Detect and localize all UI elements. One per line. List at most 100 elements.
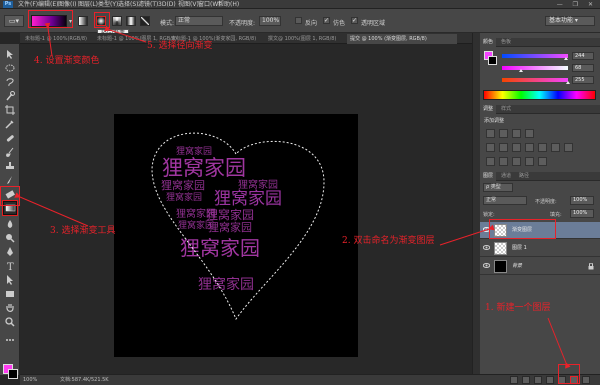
red-slider[interactable]: 244 — [502, 52, 596, 61]
tab-adjustments[interactable]: 调整 — [480, 105, 497, 114]
tool-preset-picker[interactable]: ▭▾ — [4, 15, 24, 27]
quick-selection-tool-icon[interactable] — [4, 90, 16, 102]
blend-mode-select[interactable]: 正常 — [483, 196, 527, 205]
photo-filter-icon[interactable] — [538, 143, 547, 152]
reflected-gradient-button[interactable] — [126, 16, 136, 26]
tab-styles[interactable]: 样式 — [498, 105, 514, 114]
green-value[interactable]: 68 — [572, 64, 594, 72]
exposure-icon[interactable] — [525, 129, 534, 138]
hue-saturation-icon[interactable] — [499, 143, 508, 152]
window-controls[interactable]: — ❐ ✕ — [557, 1, 597, 8]
document-canvas[interactable]: 狸窝家园 狸窝家园 狸窝家园 狸窝家园 狸窝家园 狸窝家园 狸窝家园 狸窝家园 … — [114, 114, 358, 357]
layer-opacity-input[interactable]: 100% — [570, 196, 594, 205]
more-tools-icon[interactable] — [4, 334, 16, 346]
linear-gradient-button[interactable] — [78, 16, 88, 26]
doc-tab[interactable]: 未标题-1 @ 100%(RGB/8) — [22, 34, 92, 44]
tab-layers[interactable]: 图层 — [480, 172, 497, 181]
gradient-map-icon[interactable] — [525, 157, 534, 166]
brush-tool-icon[interactable] — [4, 146, 16, 158]
blue-value[interactable]: 255 — [572, 76, 594, 84]
doc-tab-active[interactable]: 提交 @ 100% (渐变图层, RGB/8) — [347, 34, 457, 44]
diamond-gradient-button[interactable] — [140, 16, 150, 26]
pen-tool-icon[interactable] — [4, 246, 16, 258]
workspace-select[interactable]: 基本功能 ▾ — [545, 16, 595, 26]
lock-label: 锁定: — [483, 212, 495, 218]
rectangle-tool-icon[interactable] — [4, 288, 16, 300]
transparency-checkbox[interactable]: ✓ — [351, 17, 358, 24]
eyedropper-tool-icon[interactable] — [4, 118, 16, 130]
type-tool-icon[interactable]: T — [4, 260, 16, 272]
annotation-step2: 2. 双击命名为渐变图层 — [342, 236, 435, 246]
layer-name[interactable]: 图层 1 — [512, 240, 527, 257]
zoom-level[interactable]: 100% — [23, 375, 37, 385]
menu-layer[interactable]: 图层(L) — [78, 1, 98, 8]
tab-swatches[interactable]: 色板 — [498, 38, 514, 47]
path-selection-tool-icon[interactable] — [4, 274, 16, 286]
crop-tool-icon[interactable] — [4, 104, 16, 116]
eye-icon[interactable] — [483, 244, 490, 251]
marquee-tool-icon[interactable] — [4, 62, 16, 74]
color-balance-icon[interactable] — [512, 143, 521, 152]
black-white-icon[interactable] — [525, 143, 534, 152]
menu-help[interactable]: 帮助(H) — [218, 1, 239, 8]
trash-icon[interactable] — [582, 376, 590, 384]
selective-color-icon[interactable] — [538, 157, 547, 166]
link-layers-icon[interactable] — [510, 376, 518, 384]
green-slider[interactable]: 68 — [502, 64, 596, 73]
adjustment-layer-icon[interactable] — [546, 376, 554, 384]
menu-view[interactable]: 视图(V) — [178, 1, 199, 8]
hand-tool-icon[interactable] — [4, 302, 16, 314]
layer-row-1[interactable]: 图层 1 — [480, 240, 600, 257]
tab-channels[interactable]: 通道 — [498, 172, 514, 181]
layer-fill-input[interactable]: 100% — [570, 209, 594, 218]
color-spectrum-bar[interactable] — [483, 90, 596, 100]
blur-tool-icon[interactable] — [4, 218, 16, 230]
doc-tab[interactable]: 撰文@ 100%(图层 1, RGB/8) — [265, 34, 345, 44]
menu-type[interactable]: 类型(Y) — [98, 1, 118, 8]
channel-mixer-icon[interactable] — [551, 143, 560, 152]
posterize-icon[interactable] — [499, 157, 508, 166]
red-value[interactable]: 244 — [572, 52, 594, 60]
lasso-tool-icon[interactable] — [4, 76, 16, 88]
layer-style-icon[interactable] — [522, 376, 530, 384]
curves-icon[interactable] — [512, 129, 521, 138]
layer-name[interactable]: 背景 — [512, 258, 522, 275]
menu-edit[interactable]: 编辑(E) — [38, 1, 58, 8]
reverse-checkbox[interactable] — [295, 17, 302, 24]
menu-filter[interactable]: 滤镜(T) — [138, 1, 158, 8]
angle-gradient-button[interactable] — [112, 16, 122, 26]
reverse-label: 反向 — [305, 20, 318, 27]
annotation-step1: 1. 新建一个图层 — [485, 303, 551, 313]
invert-icon[interactable] — [486, 157, 495, 166]
clone-stamp-tool-icon[interactable] — [4, 160, 16, 172]
menu-select[interactable]: 选择(S) — [118, 1, 139, 8]
mode-select[interactable]: 正常 — [175, 16, 223, 26]
layer-mask-icon[interactable] — [534, 376, 542, 384]
blue-slider[interactable]: 255 — [502, 76, 596, 85]
layer-kind-filter[interactable]: ρ 类型 — [483, 183, 513, 192]
healing-brush-tool-icon[interactable] — [4, 132, 16, 144]
annotation-box-gradient-layer — [489, 219, 556, 239]
eye-icon[interactable] — [483, 262, 490, 269]
menu-image[interactable]: 图像(I) — [58, 1, 76, 8]
brightness-icon[interactable] — [486, 129, 495, 138]
menu-file[interactable]: 文件(F) — [18, 1, 38, 8]
history-brush-tool-icon[interactable] — [4, 174, 16, 186]
document-size: 文档:587.4K/521.5K — [60, 377, 109, 383]
zoom-tool-icon[interactable] — [4, 316, 16, 328]
color-lookup-icon[interactable] — [564, 143, 573, 152]
dither-checkbox[interactable]: ✓ — [323, 17, 330, 24]
opacity-input[interactable]: 100% — [259, 16, 281, 26]
background-color-swatch[interactable] — [8, 369, 18, 379]
menu-3d[interactable]: 3D(D) — [158, 1, 176, 8]
dodge-tool-icon[interactable] — [4, 232, 16, 244]
move-tool-icon[interactable] — [4, 48, 16, 60]
tab-paths[interactable]: 路径 — [516, 172, 532, 181]
layer-row-background[interactable]: 背景 — [480, 258, 600, 275]
background-color-chip[interactable] — [488, 56, 497, 65]
threshold-icon[interactable] — [512, 157, 521, 166]
vibrance-icon[interactable] — [486, 143, 495, 152]
options-bar: ▭▾ ▾ 模式: 正常 不透明度: 100% 反向 ✓ 仿色 ✓ 透明区域 基本… — [0, 9, 600, 33]
tab-color[interactable]: 颜色 — [480, 38, 497, 47]
levels-icon[interactable] — [499, 129, 508, 138]
